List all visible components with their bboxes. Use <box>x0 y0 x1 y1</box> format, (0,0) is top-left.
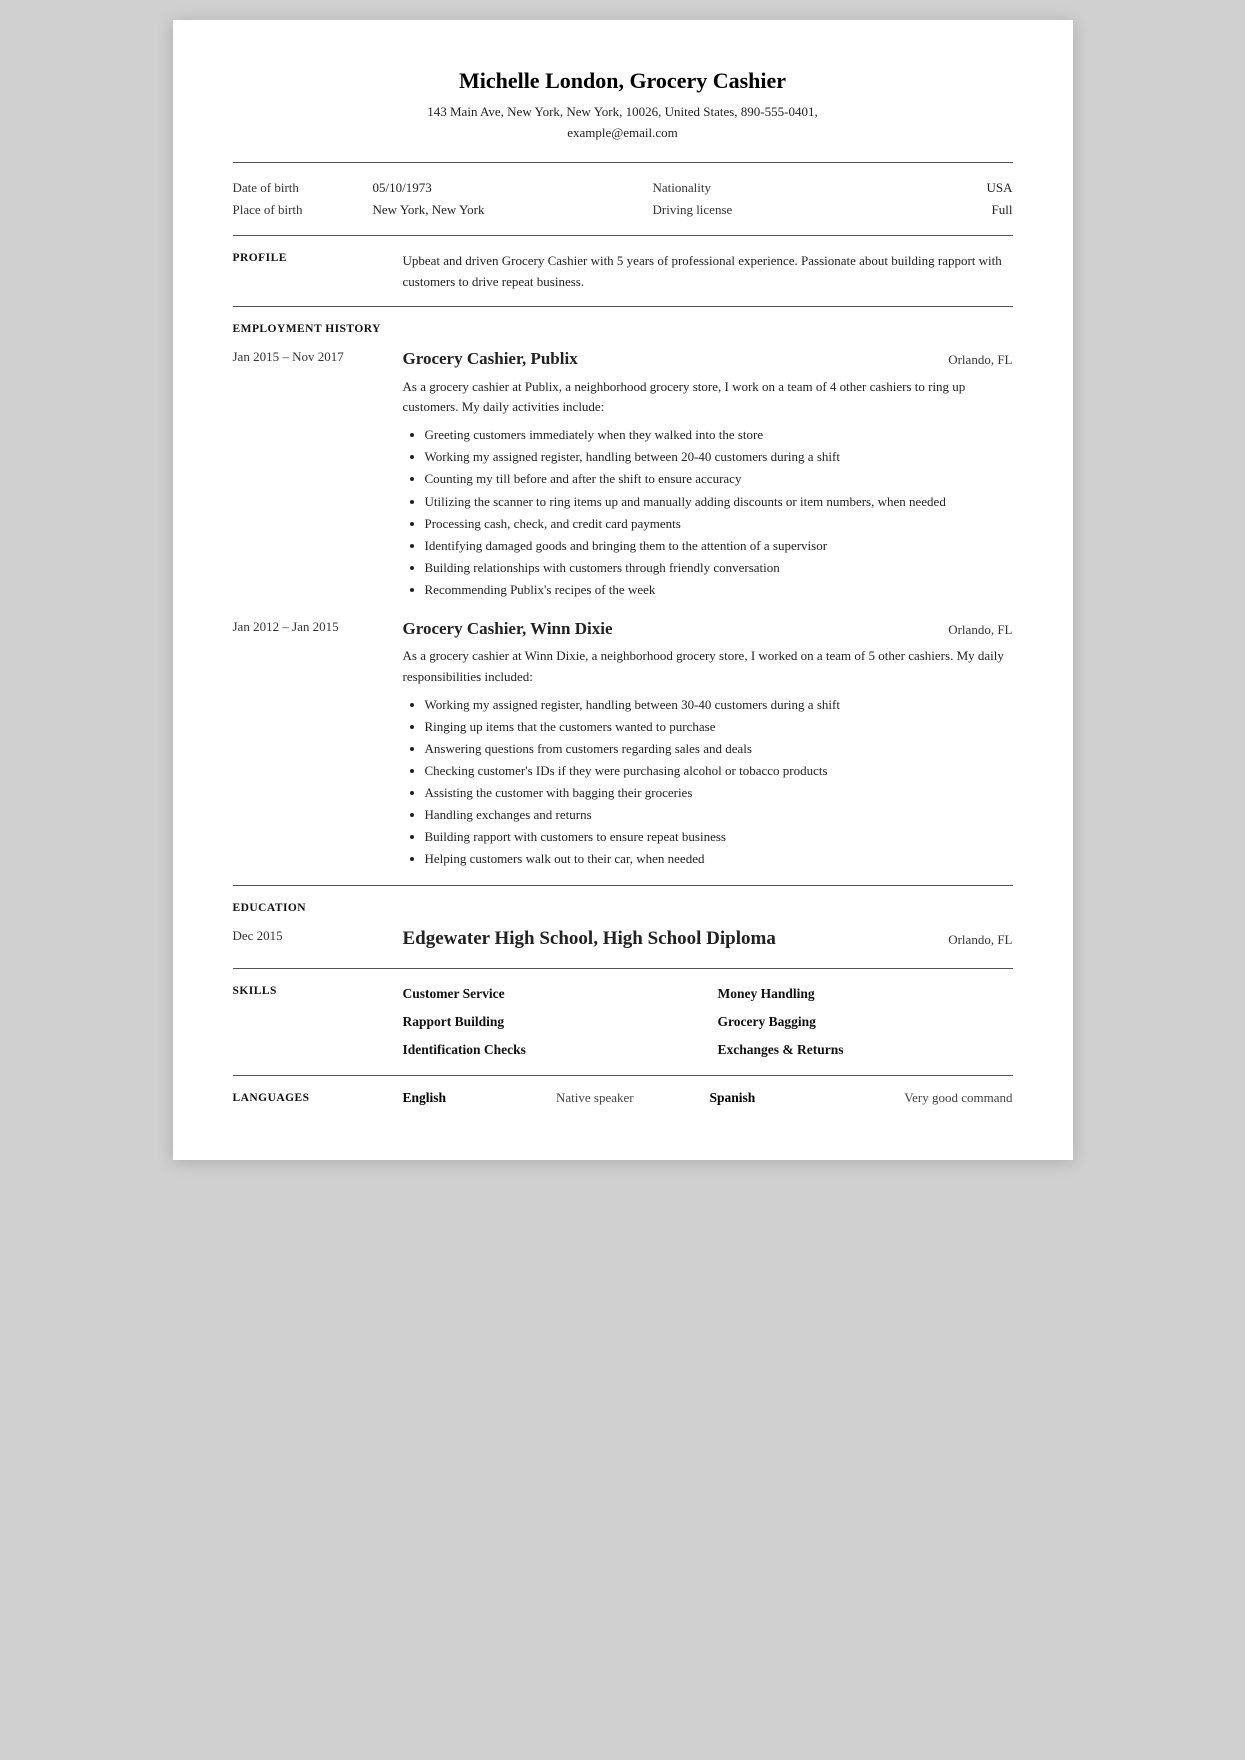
employment-header-row: EMPLOYMENT HISTORY <box>233 321 1013 335</box>
bullet-item: Greeting customers immediately when they… <box>425 424 1013 446</box>
job-1-date: Jan 2015 – Nov 2017 <box>233 345 403 601</box>
bullet-item: Identifying damaged goods and bringing t… <box>425 535 1013 557</box>
personal-divider <box>233 235 1013 236</box>
job-2-title: Grocery Cashier, Winn Dixie <box>403 615 613 642</box>
nationality-row: Nationality USA <box>623 177 1013 199</box>
bullet-item: Working my assigned register, handling b… <box>425 694 1013 716</box>
header-divider <box>233 162 1013 163</box>
education-location: Orlando, FL <box>948 930 1012 951</box>
education-date: Dec 2015 <box>233 924 403 954</box>
job-1-title: Grocery Cashier, Publix <box>403 345 578 372</box>
bullet-item: Assisting the customer with bagging thei… <box>425 782 1013 804</box>
job-2-date: Jan 2012 – Jan 2015 <box>233 615 403 871</box>
lang-2-name: Spanish <box>710 1090 860 1106</box>
job-1: Jan 2015 – Nov 2017 Grocery Cashier, Pub… <box>233 345 1013 601</box>
education-title-row: Edgewater High School, High School Diplo… <box>403 924 1013 954</box>
education-section: EDUCATION Dec 2015 Edgewater High School… <box>233 900 1013 954</box>
lang-2-level: Very good command <box>863 1090 1013 1106</box>
nationality-label: Nationality <box>653 180 712 196</box>
job-1-description: As a grocery cashier at Publix, a neighb… <box>403 377 1013 419</box>
job-2-description: As a grocery cashier at Winn Dixie, a ne… <box>403 646 1013 688</box>
bullet-item: Building relationships with customers th… <box>425 557 1013 579</box>
skill-item: Money Handling <box>718 983 1013 1005</box>
job-2-content: Grocery Cashier, Winn Dixie Orlando, FL … <box>403 615 1013 871</box>
education-label: EDUCATION <box>233 900 403 914</box>
languages-section: LANGUAGES English Native speaker Spanish… <box>233 1090 1013 1106</box>
job-1-content: Grocery Cashier, Publix Orlando, FL As a… <box>403 345 1013 601</box>
skills-label: SKILLS <box>233 983 403 1061</box>
job-1-header: Grocery Cashier, Publix Orlando, FL <box>403 345 1013 372</box>
lang-1-name: English <box>403 1090 553 1106</box>
driving-value: Full <box>992 202 1013 218</box>
driving-row: Driving license Full <box>623 199 1013 221</box>
pob-label: Place of birth <box>233 202 333 218</box>
employment-label: EMPLOYMENT HISTORY <box>233 321 403 335</box>
job-1-bullets: Greeting customers immediately when they… <box>425 424 1013 601</box>
skills-section: SKILLS Customer Service Money Handling R… <box>233 983 1013 1061</box>
bullet-item: Ringing up items that the customers want… <box>425 716 1013 738</box>
bullet-item: Processing cash, check, and credit card … <box>425 513 1013 535</box>
bullet-item: Counting my till before and after the sh… <box>425 468 1013 490</box>
job-2: Jan 2012 – Jan 2015 Grocery Cashier, Win… <box>233 615 1013 871</box>
personal-info: Date of birth 05/10/1973 Nationality USA… <box>233 177 1013 221</box>
dob-value: 05/10/1973 <box>373 180 432 196</box>
skills-grid: Customer Service Money Handling Rapport … <box>403 983 1013 1061</box>
job-1-location: Orlando, FL <box>948 350 1012 371</box>
applicant-name: Michelle London, Grocery Cashier <box>233 68 1013 94</box>
bullet-item: Utilizing the scanner to ring items up a… <box>425 491 1013 513</box>
nationality-value: USA <box>986 180 1012 196</box>
languages-grid: English Native speaker Spanish Very good… <box>403 1090 1013 1106</box>
resume-page: Michelle London, Grocery Cashier 143 Mai… <box>173 20 1073 1160</box>
bullet-item: Answering questions from customers regar… <box>425 738 1013 760</box>
job-2-header: Grocery Cashier, Winn Dixie Orlando, FL <box>403 615 1013 642</box>
profile-text: Upbeat and driven Grocery Cashier with 5… <box>403 250 1013 293</box>
resume-header: Michelle London, Grocery Cashier 143 Mai… <box>233 68 1013 144</box>
job-2-location: Orlando, FL <box>948 620 1012 641</box>
skill-item: Customer Service <box>403 983 698 1005</box>
job-2-bullets: Working my assigned register, handling b… <box>425 694 1013 871</box>
education-content: Edgewater High School, High School Diplo… <box>403 924 1013 954</box>
employment-divider <box>233 885 1013 886</box>
skill-item: Identification Checks <box>403 1039 698 1061</box>
skill-item: Exchanges & Returns <box>718 1039 1013 1061</box>
education-title: Edgewater High School, High School Diplo… <box>403 924 776 954</box>
bullet-item: Building rapport with customers to ensur… <box>425 826 1013 848</box>
profile-divider <box>233 306 1013 307</box>
applicant-address: 143 Main Ave, New York, New York, 10026,… <box>233 102 1013 144</box>
profile-label: PROFILE <box>233 250 403 293</box>
bullet-item: Helping customers walk out to their car,… <box>425 848 1013 870</box>
skills-divider <box>233 1075 1013 1076</box>
bullet-item: Recommending Publix's recipes of the wee… <box>425 579 1013 601</box>
driving-label: Driving license <box>653 202 733 218</box>
dob-row: Date of birth 05/10/1973 <box>233 177 623 199</box>
education-divider <box>233 968 1013 969</box>
bullet-item: Handling exchanges and returns <box>425 804 1013 826</box>
employment-section: EMPLOYMENT HISTORY Jan 2015 – Nov 2017 G… <box>233 321 1013 870</box>
education-header-row: EDUCATION <box>233 900 1013 914</box>
languages-label: LANGUAGES <box>233 1090 403 1106</box>
pob-row: Place of birth New York, New York <box>233 199 623 221</box>
lang-1-level: Native speaker <box>556 1090 706 1106</box>
skill-item: Rapport Building <box>403 1011 698 1033</box>
bullet-item: Checking customer's IDs if they were pur… <box>425 760 1013 782</box>
skill-item: Grocery Bagging <box>718 1011 1013 1033</box>
profile-section: PROFILE Upbeat and driven Grocery Cashie… <box>233 250 1013 293</box>
education-entry: Dec 2015 Edgewater High School, High Sch… <box>233 924 1013 954</box>
pob-value: New York, New York <box>373 202 485 218</box>
dob-label: Date of birth <box>233 180 333 196</box>
bullet-item: Working my assigned register, handling b… <box>425 446 1013 468</box>
